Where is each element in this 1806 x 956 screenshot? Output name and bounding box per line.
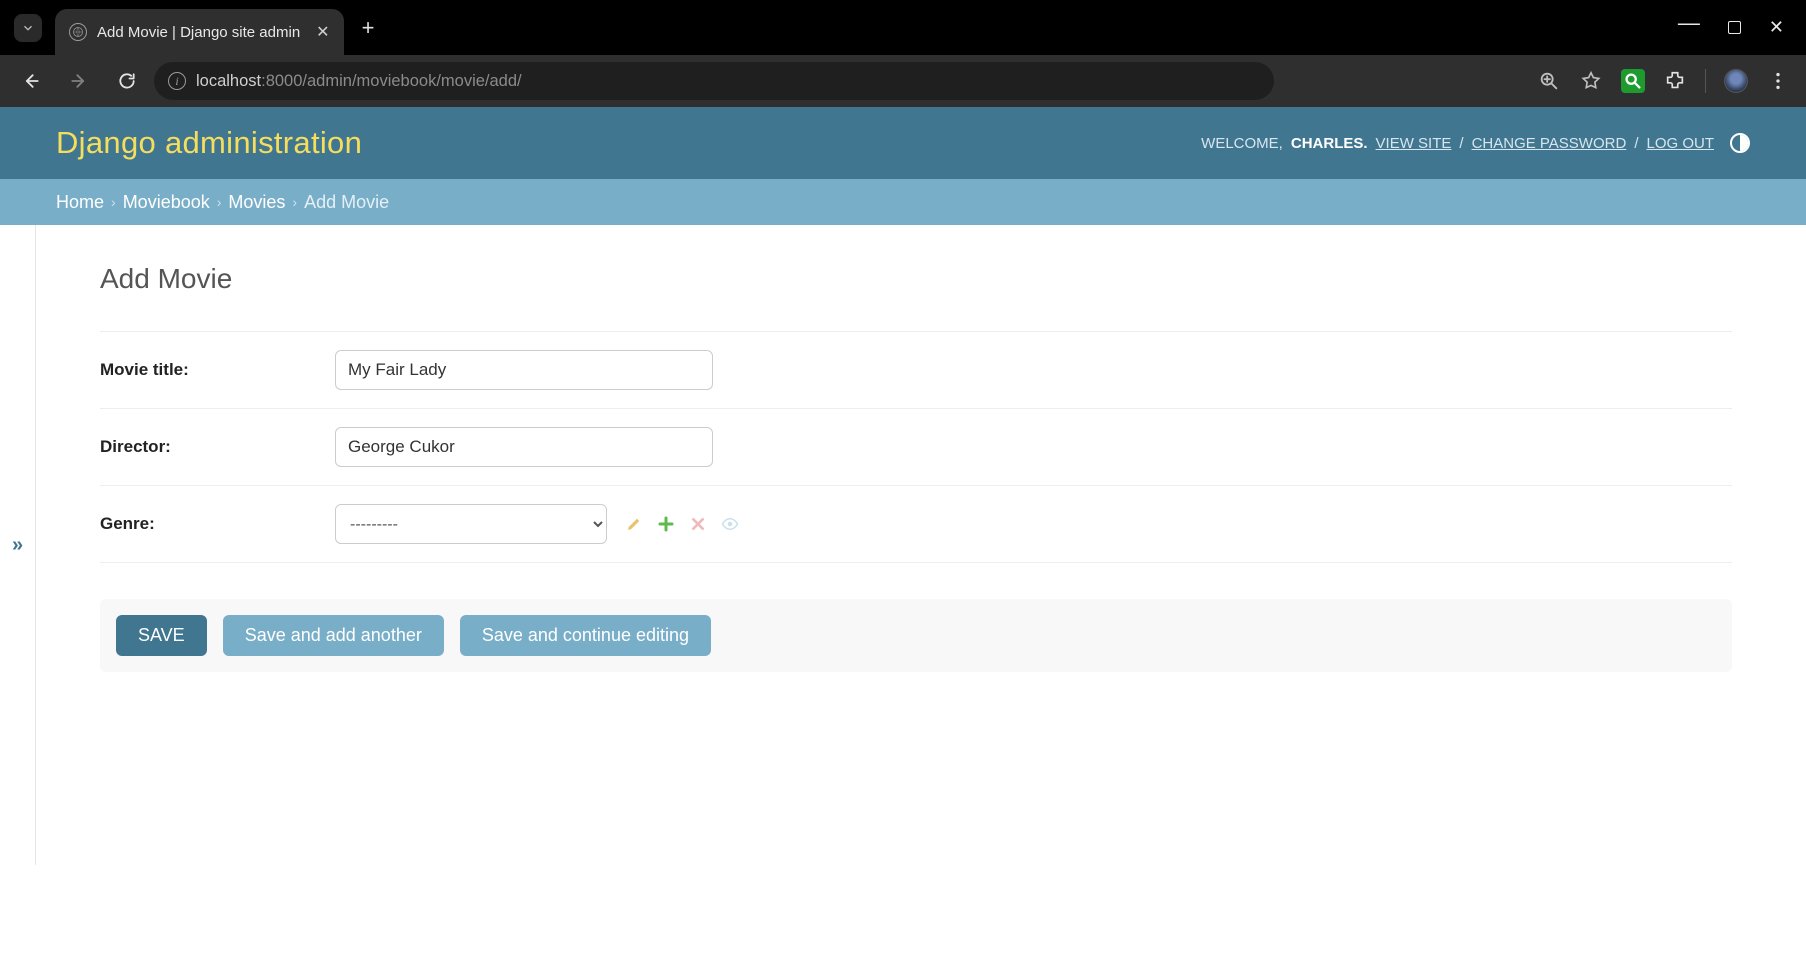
form-row-movie-title: Movie title: [100,331,1732,409]
username: CHARLES. [1291,135,1368,152]
form-row-director: Director: [100,409,1732,486]
browser-tab[interactable]: Add Movie | Django site admin ✕ [55,9,344,55]
delete-related-icon[interactable] [689,515,707,533]
separator [1705,69,1706,93]
window-close-icon[interactable]: ✕ [1769,17,1784,38]
log-out-link[interactable]: LOG OUT [1646,135,1714,152]
browser-menu-icon[interactable] [1766,69,1790,93]
zoom-icon[interactable] [1537,69,1561,93]
breadcrumb-model[interactable]: Movies [228,192,285,213]
theme-toggle-icon[interactable] [1730,133,1750,153]
add-related-icon[interactable] [657,515,675,533]
profile-avatar[interactable] [1724,69,1748,93]
label-genre: Genre: [100,514,335,534]
label-director: Director: [100,437,335,457]
nav-reload-button[interactable] [106,60,148,102]
movie-title-input[interactable] [335,350,713,390]
site-title: Django administration [56,125,362,161]
view-related-icon[interactable] [721,515,739,533]
user-tools: WELCOME, CHARLES. VIEW SITE / CHANGE PAS… [1201,133,1750,153]
window-maximize-icon[interactable] [1728,21,1741,34]
new-tab-button[interactable]: + [362,15,375,41]
tab-close-icon[interactable]: ✕ [316,22,329,42]
save-add-another-button[interactable]: Save and add another [223,615,444,656]
save-continue-button[interactable]: Save and continue editing [460,615,711,656]
browser-tab-strip: Add Movie | Django site admin ✕ + — ✕ [0,0,1806,55]
welcome-text: WELCOME, [1201,135,1283,152]
chevron-right-icon: » [12,534,23,557]
site-info-icon[interactable]: i [168,72,186,90]
breadcrumb-app[interactable]: Moviebook [123,192,210,213]
change-related-icon[interactable] [625,515,643,533]
form-row-genre: Genre: --------- [100,486,1732,563]
breadcrumbs: Home › Moviebook › Movies › Add Movie [0,179,1806,225]
tab-search-button[interactable] [0,0,55,55]
label-movie-title: Movie title: [100,360,335,380]
nav-back-button[interactable] [10,60,52,102]
tab-title: Add Movie | Django site admin [97,24,300,41]
url-text: localhost:8000/admin/moviebook/movie/add… [196,72,522,91]
save-button[interactable]: SAVE [116,615,207,656]
globe-icon [69,23,87,41]
window-minimize-icon[interactable]: — [1678,10,1700,36]
breadcrumb-current: Add Movie [304,192,389,213]
genre-select[interactable]: --------- [335,504,607,544]
submit-row: SAVE Save and add another Save and conti… [100,599,1732,672]
django-header: Django administration WELCOME, CHARLES. … [0,107,1806,179]
window-controls: — ✕ [1678,0,1806,55]
browser-nav-bar: i localhost:8000/admin/moviebook/movie/a… [0,55,1806,107]
bookmark-star-icon[interactable] [1579,69,1603,93]
page-title: Add Movie [100,263,1732,295]
change-password-link[interactable]: CHANGE PASSWORD [1472,135,1627,152]
breadcrumb-home[interactable]: Home [56,192,104,213]
extension-badge[interactable] [1621,69,1645,93]
sidebar-toggle[interactable]: » [0,225,36,865]
extensions-icon[interactable] [1663,69,1687,93]
director-input[interactable] [335,427,713,467]
address-bar[interactable]: i localhost:8000/admin/moviebook/movie/a… [154,62,1274,100]
view-site-link[interactable]: VIEW SITE [1376,135,1452,152]
nav-forward-button[interactable] [58,60,100,102]
